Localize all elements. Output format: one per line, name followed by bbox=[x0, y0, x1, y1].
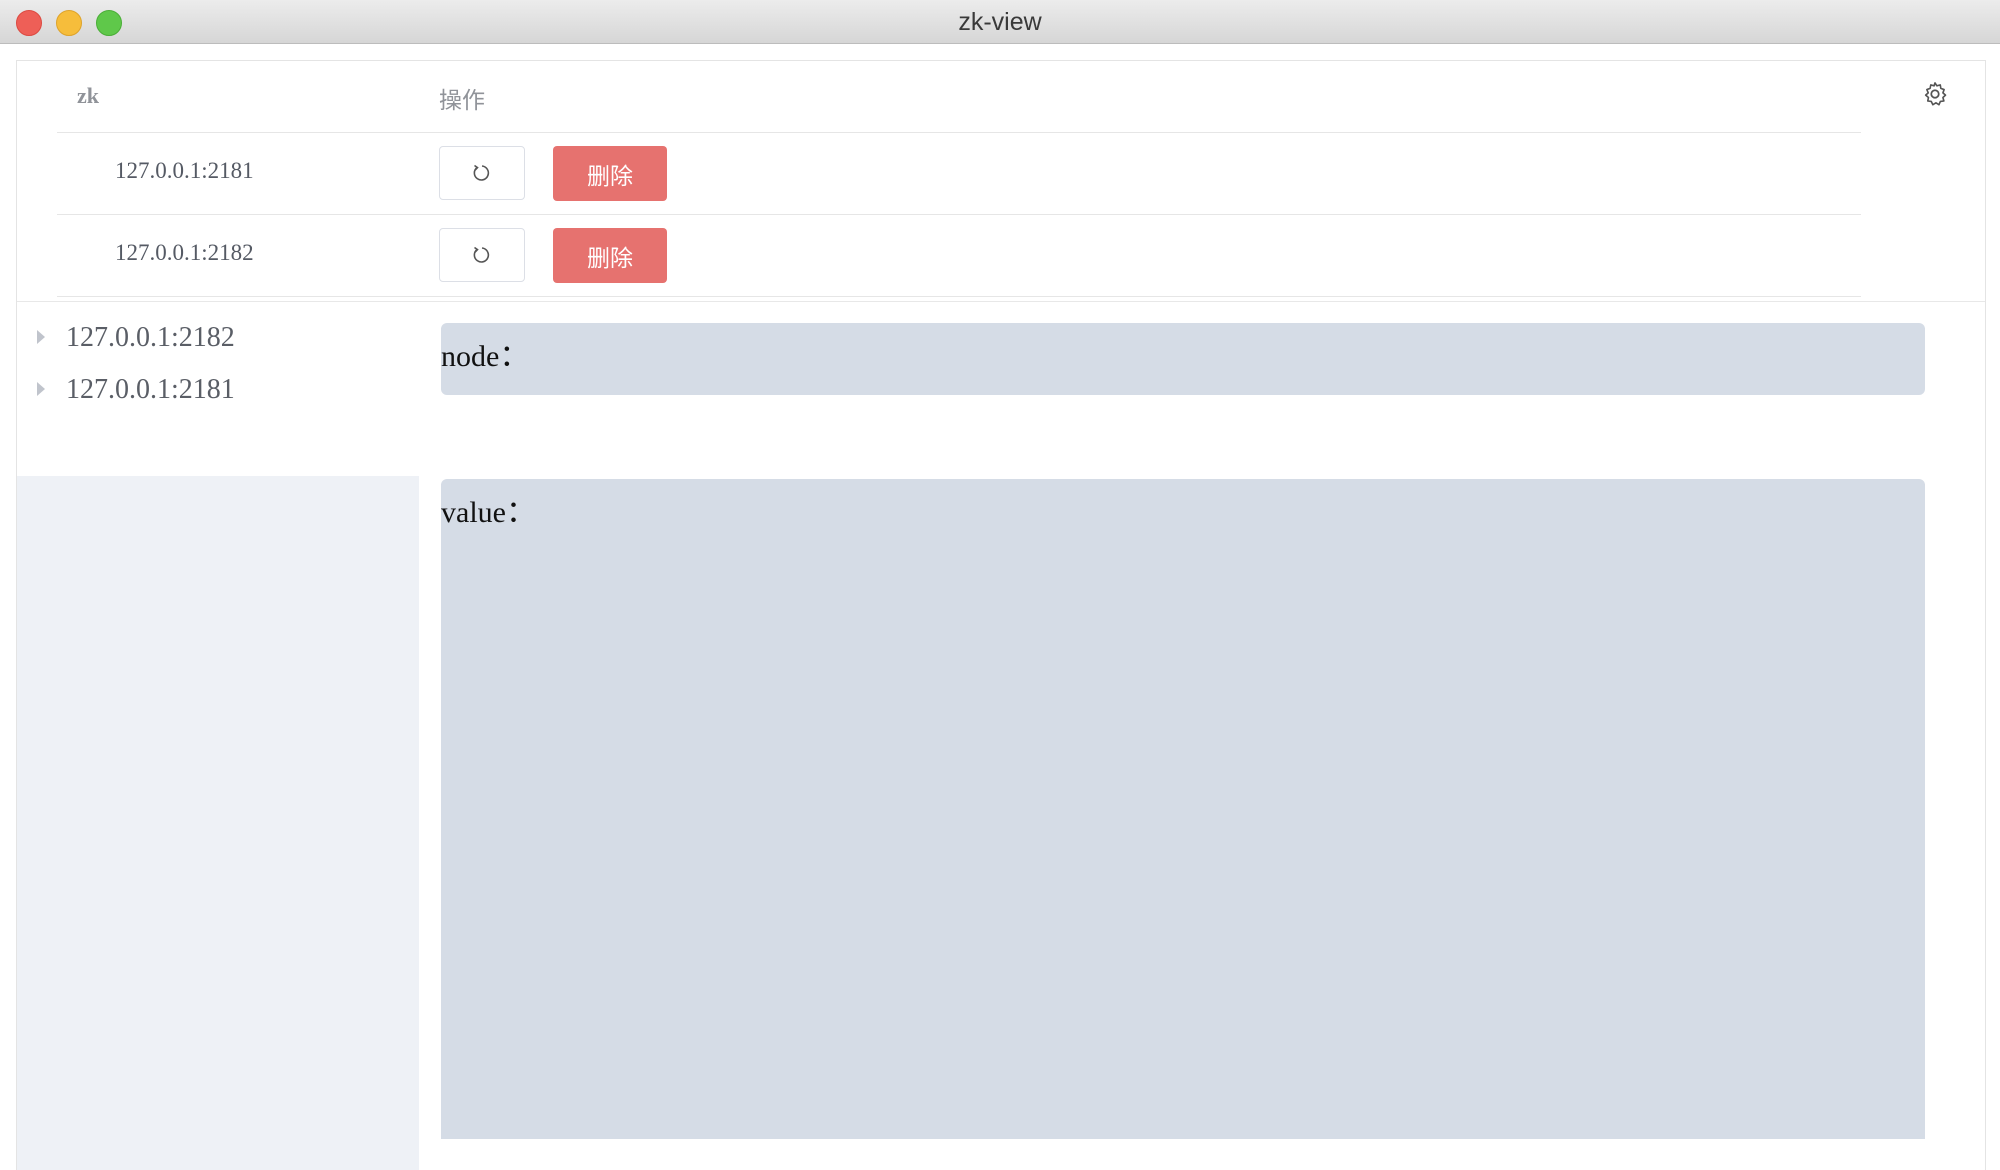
app-window: zk-view zk 操作 127.0.0.1:2181 删除 127.0.0.… bbox=[0, 0, 2000, 1170]
caret-right-icon[interactable] bbox=[37, 330, 45, 344]
tree-node-label: 127.0.0.1:2181 bbox=[66, 374, 235, 405]
gear-icon bbox=[1924, 82, 1947, 106]
value-label: value： bbox=[441, 496, 536, 529]
node-label: node： bbox=[441, 340, 530, 373]
delete-button[interactable]: 删除 bbox=[553, 228, 667, 283]
column-header-operation: 操作 bbox=[439, 88, 485, 114]
title-bar: zk-view bbox=[0, 0, 2000, 44]
zk-tree: 127.0.0.1:2182 127.0.0.1:2181 bbox=[17, 302, 419, 476]
column-header-zk: zk bbox=[77, 83, 99, 108]
tree-node[interactable]: 127.0.0.1:2181 bbox=[17, 364, 419, 416]
table-row: 127.0.0.1:2181 删除 bbox=[57, 133, 1861, 215]
value-panel: value： bbox=[441, 479, 1925, 1139]
caret-right-icon[interactable] bbox=[37, 382, 45, 396]
tree-node-label: 127.0.0.1:2182 bbox=[66, 322, 235, 353]
window-title: zk-view bbox=[958, 8, 1042, 36]
zk-address: 127.0.0.1:2182 bbox=[115, 240, 254, 265]
refresh-icon bbox=[473, 164, 490, 181]
refresh-button[interactable] bbox=[439, 228, 525, 282]
refresh-button[interactable] bbox=[439, 146, 525, 200]
refresh-icon bbox=[473, 246, 490, 263]
table-header: zk 操作 bbox=[57, 61, 1861, 133]
zk-connections-table: zk 操作 127.0.0.1:2181 删除 127.0.0.1:2182 删… bbox=[57, 61, 1861, 297]
table-row: 127.0.0.1:2182 删除 bbox=[57, 215, 1861, 297]
zk-tree-sidebar: 127.0.0.1:2182 127.0.0.1:2181 bbox=[17, 302, 419, 1170]
delete-button[interactable]: 删除 bbox=[553, 146, 667, 201]
zk-address: 127.0.0.1:2181 bbox=[115, 158, 254, 183]
tree-node[interactable]: 127.0.0.1:2182 bbox=[17, 312, 419, 364]
node-panel: node： bbox=[441, 323, 1925, 395]
settings-button[interactable] bbox=[1919, 78, 1951, 110]
